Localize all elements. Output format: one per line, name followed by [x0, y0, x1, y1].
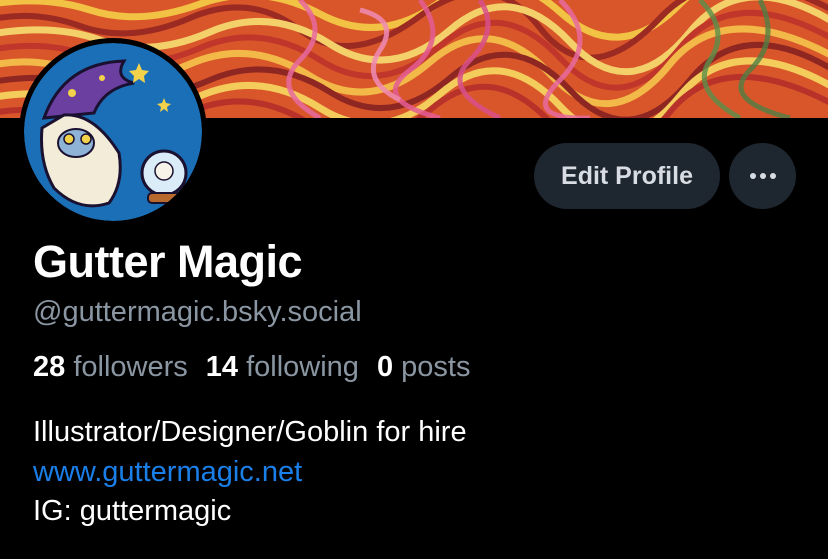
bio-line: IG: guttermagic: [33, 495, 232, 527]
profile-avatar[interactable]: [19, 38, 207, 226]
followers-label: followers: [73, 351, 188, 383]
display-name: Gutter Magic: [33, 236, 303, 287]
bio-line: Illustrator/Designer/Goblin for hire: [33, 416, 467, 448]
profile-page: Edit Profile Gutter Magic @guttermagic.b…: [0, 0, 828, 559]
edit-profile-button[interactable]: Edit Profile: [534, 143, 720, 209]
ellipsis-icon: [749, 173, 776, 179]
more-options-button[interactable]: [729, 143, 796, 209]
profile-handle: @guttermagic.bsky.social: [33, 296, 362, 328]
posts-label: posts: [401, 351, 471, 383]
followers-count: 28: [33, 351, 74, 383]
following-count: 14: [205, 351, 247, 383]
following-stat[interactable]: 14 following: [206, 351, 359, 384]
following-label: following: [246, 351, 359, 383]
followers-stat[interactable]: 28 followers: [33, 351, 188, 384]
posts-stat: 0 posts: [377, 351, 471, 384]
website-link[interactable]: www.guttermagic.net: [33, 453, 467, 493]
profile-bio: Illustrator/Designer/Goblin for hire www…: [33, 413, 467, 532]
posts-count: 0: [376, 351, 402, 383]
profile-stats: 28 followers 14 following 0 posts: [33, 351, 488, 384]
